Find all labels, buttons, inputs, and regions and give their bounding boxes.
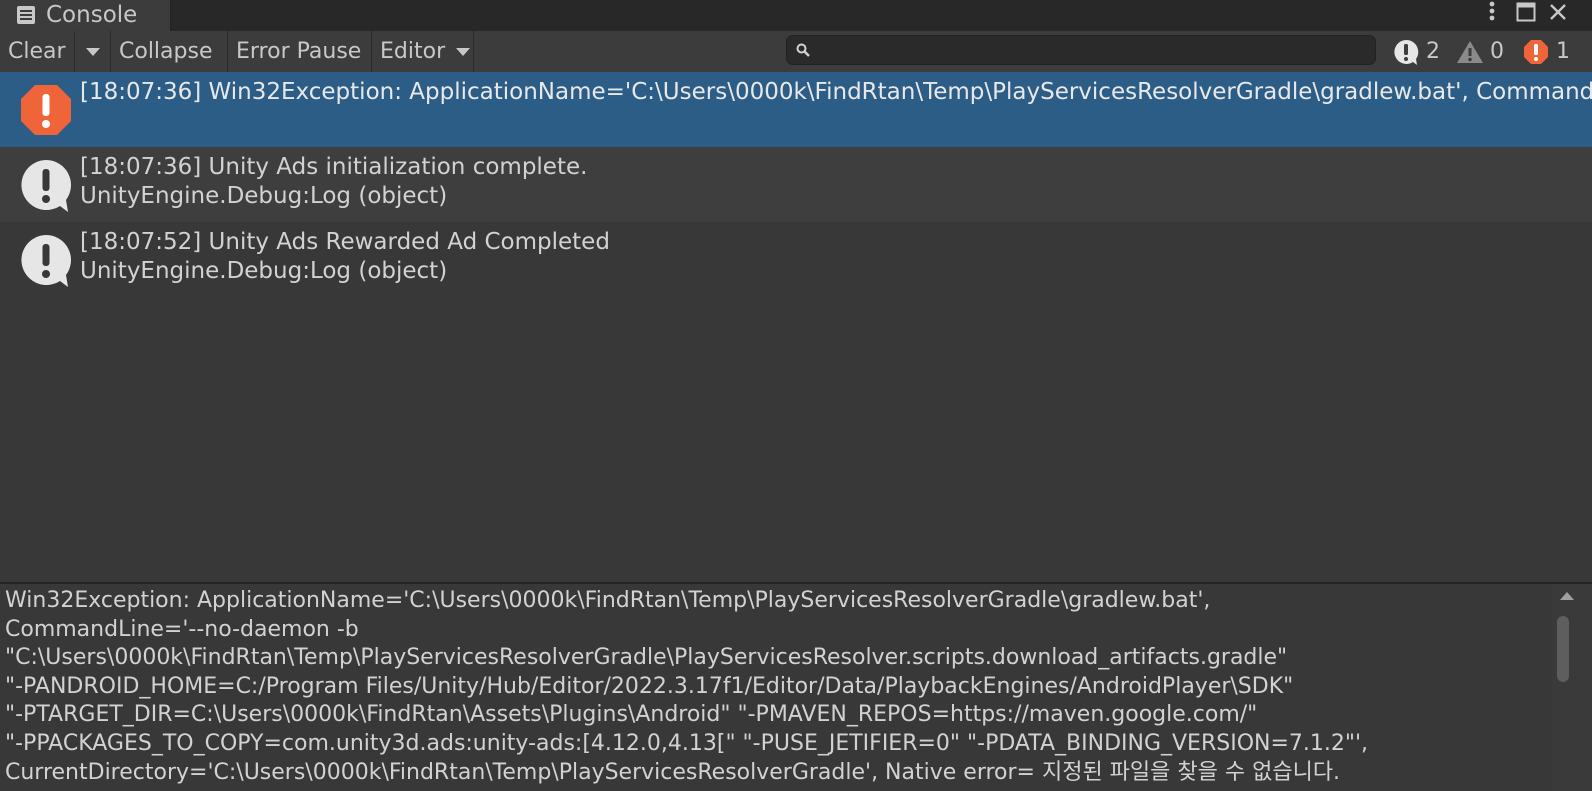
- log-entry-line2: UnityEngine.Debug:Log (object): [80, 183, 448, 209]
- console-list-icon: [17, 6, 35, 24]
- search-input[interactable]: [786, 35, 1376, 65]
- log-entry-text: [18:07:36] Unity Ads initialization comp…: [80, 153, 587, 211]
- error-count-toggle[interactable]: 1: [1522, 31, 1570, 72]
- error-octagon-icon: [1524, 39, 1548, 64]
- log-entry-line2: UnityEngine.Debug:Log (object): [80, 258, 448, 284]
- tab-console[interactable]: Console: [0, 0, 171, 31]
- info-bubble-icon: [1394, 39, 1419, 65]
- more-options-icon[interactable]: [1480, 0, 1504, 24]
- log-count: 2: [1426, 39, 1440, 64]
- info-bubble-icon: [21, 235, 71, 287]
- log-detail-pane: Win32Exception: ApplicationName='C:\User…: [0, 584, 1552, 791]
- collapse-toggle[interactable]: Collapse: [111, 31, 228, 72]
- log-entry-text: [18:07:36] Win32Exception: ApplicationNa…: [80, 78, 1592, 107]
- clear-options-dropdown[interactable]: [75, 31, 111, 72]
- clear-button[interactable]: Clear: [0, 31, 75, 72]
- error-count: 1: [1556, 39, 1570, 64]
- log-entry-line1: [18:07:36] Win32Exception: ApplicationNa…: [80, 79, 1592, 105]
- error-pause-label: Error Pause: [236, 39, 362, 64]
- log-entry-text: [18:07:52] Unity Ads Rewarded Ad Complet…: [80, 228, 610, 286]
- editor-dropdown[interactable]: Editor: [372, 31, 474, 72]
- detail-line: "C:\Users\0000k\FindRtan\Temp\PlayServic…: [5, 645, 1288, 671]
- console-toolbar: Clear Collapse Error Pause Editor 2 0 1: [0, 31, 1592, 73]
- log-entry-error[interactable]: [18:07:36] Win32Exception: ApplicationNa…: [0, 72, 1592, 147]
- chevron-down-icon: [86, 48, 100, 56]
- detail-line: CommandLine='--no-daemon -b: [5, 616, 359, 642]
- collapse-label: Collapse: [119, 39, 213, 64]
- tab-console-label: Console: [46, 2, 138, 28]
- search-icon: [796, 43, 810, 57]
- detail-line: Win32Exception: ApplicationName='C:\User…: [5, 588, 1211, 613]
- chevron-down-icon: [456, 48, 471, 56]
- log-entry-log[interactable]: [18:07:52] Unity Ads Rewarded Ad Complet…: [0, 222, 1592, 297]
- editor-dropdown-label: Editor: [380, 39, 446, 64]
- clear-button-label: Clear: [8, 39, 66, 64]
- detail-line: "-PTARGET_DIR=C:\Users\0000k\FindRtan\As…: [5, 702, 1258, 728]
- warning-triangle-icon: [1457, 40, 1483, 63]
- log-entry-line1: [18:07:36] Unity Ads initialization comp…: [80, 154, 588, 180]
- error-octagon-icon: [21, 85, 71, 135]
- log-detail-text[interactable]: Win32Exception: ApplicationName='C:\User…: [5, 587, 1368, 787]
- window-tab-bar: Console: [0, 0, 1592, 31]
- log-list: [18:07:36] Win32Exception: ApplicationNa…: [0, 72, 1592, 582]
- close-icon[interactable]: [1548, 2, 1568, 22]
- detail-line: CurrentDirectory='C:\Users\0000k\FindRta…: [5, 759, 1341, 785]
- log-entry-line1: [18:07:52] Unity Ads Rewarded Ad Complet…: [80, 229, 610, 255]
- maximize-icon[interactable]: [1516, 2, 1536, 22]
- detail-line: "-PANDROID_HOME=C:/Program Files/Unity/H…: [5, 673, 1294, 699]
- detail-line: "-PPACKAGES_TO_COPY=com.unity3d.ads:unit…: [5, 730, 1369, 756]
- scrollbar-thumb[interactable]: [1557, 616, 1569, 682]
- log-count-toggle[interactable]: 2: [1392, 31, 1440, 72]
- log-entry-log[interactable]: [18:07:36] Unity Ads initialization comp…: [0, 147, 1592, 222]
- warning-count: 0: [1490, 39, 1504, 64]
- error-pause-toggle[interactable]: Error Pause: [228, 31, 372, 72]
- detail-scrollbar[interactable]: [1552, 584, 1592, 791]
- info-bubble-icon: [21, 160, 71, 212]
- warning-count-toggle[interactable]: 0: [1456, 31, 1504, 72]
- scroll-up-icon[interactable]: [1560, 592, 1574, 600]
